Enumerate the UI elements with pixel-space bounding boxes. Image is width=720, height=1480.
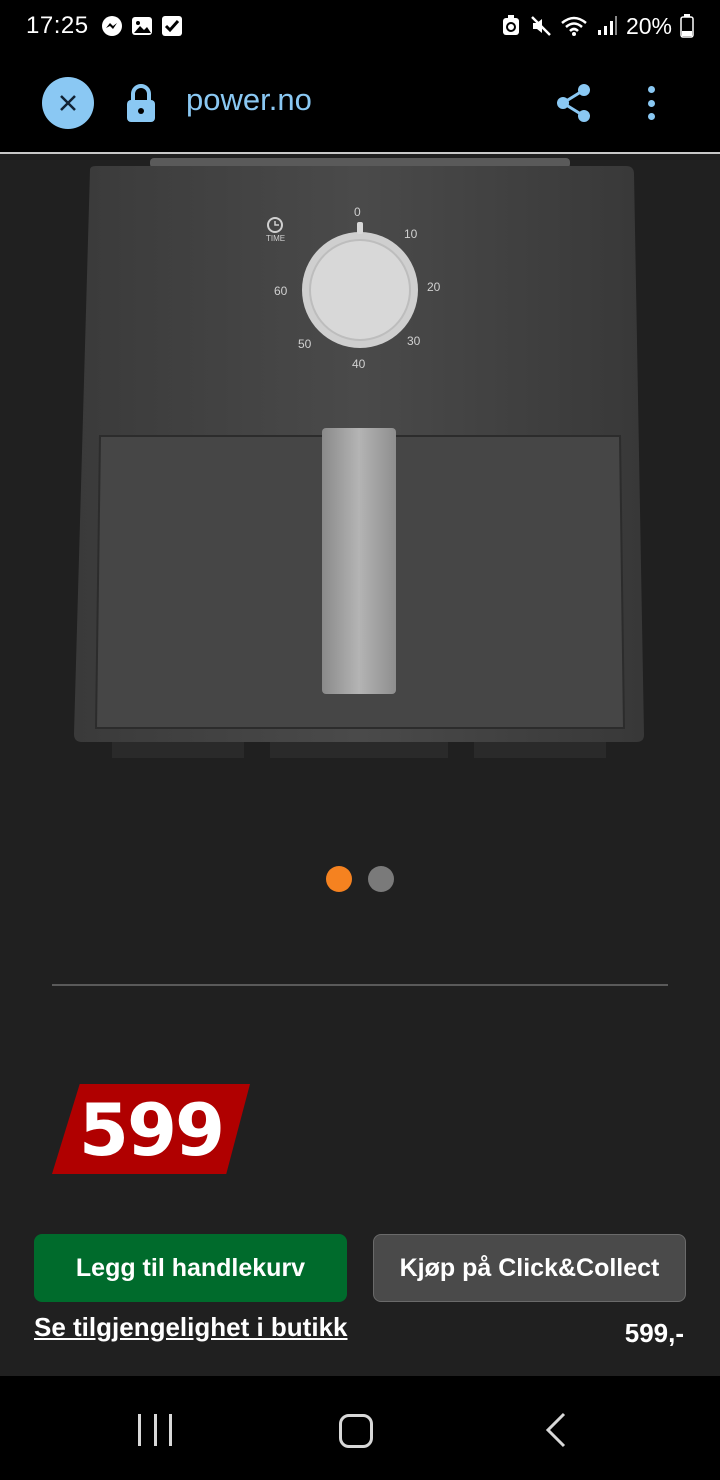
dial-mark: 40: [352, 357, 366, 371]
recents-icon-bar: [153, 1414, 157, 1446]
recents-icon-bar: [169, 1414, 172, 1446]
recents-icon-bar: [138, 1414, 141, 1446]
recents-button[interactable]: [138, 1414, 172, 1446]
dial-mark: 50: [298, 337, 312, 351]
carousel-dot-active[interactable]: [326, 866, 352, 892]
dial-mark: 30: [407, 334, 421, 348]
dial-mark: 0: [354, 205, 361, 219]
url-bar[interactable]: power.no: [186, 82, 312, 118]
battery-percent: 20%: [625, 12, 672, 39]
add-to-cart-button[interactable]: Legg til handlekurv: [34, 1234, 347, 1302]
back-button[interactable]: [540, 1412, 574, 1448]
recycle-icon: [500, 15, 522, 37]
product-image[interactable]: TIME 0 10 20 30 40 50 60: [60, 150, 660, 780]
dial-mark: 10: [404, 227, 418, 241]
notification-icons: [101, 15, 183, 37]
signal-icon: [596, 15, 618, 37]
close-tab-button[interactable]: [42, 77, 94, 129]
battery-icon: [680, 14, 694, 38]
price-badge: 599: [52, 1084, 250, 1174]
dial-mark: 20: [427, 280, 441, 294]
status-right-icons: 20%: [500, 13, 694, 40]
carousel-indicator: [0, 866, 720, 892]
section-divider: [52, 984, 668, 986]
sticky-price: 599,-: [624, 1318, 684, 1348]
close-icon: [60, 95, 76, 111]
more-icon-dot: [647, 99, 655, 107]
home-button[interactable]: [339, 1414, 373, 1448]
status-time: 17:25: [26, 12, 89, 39]
checkbox-icon: [161, 15, 183, 37]
gallery-icon: [131, 15, 153, 37]
system-nav-bar: [0, 1376, 720, 1480]
back-icon: [545, 1412, 566, 1448]
messenger-icon: [101, 15, 123, 37]
wifi-icon: [560, 15, 588, 37]
air-fryer-image: [74, 158, 644, 758]
carousel-dot[interactable]: [368, 866, 394, 892]
price-value: 599: [78, 1088, 225, 1172]
lock-icon: [124, 82, 158, 124]
share-icon: [557, 84, 590, 122]
share-button[interactable]: [554, 82, 594, 124]
store-availability-link[interactable]: Se tilgjengelighet i butikk: [34, 1312, 348, 1343]
more-icon-dot: [647, 86, 655, 93]
status-bar: 17:25 20%: [0, 0, 720, 52]
browser-toolbar: power.no: [0, 52, 720, 152]
dial-label-time: TIME: [266, 234, 286, 243]
mute-icon: [530, 15, 552, 37]
more-options-button[interactable]: [636, 82, 666, 124]
click-collect-button[interactable]: Kjøp på Click&Collect: [373, 1234, 686, 1302]
dial-mark: 60: [274, 284, 288, 298]
more-icon-dot: [647, 113, 655, 120]
